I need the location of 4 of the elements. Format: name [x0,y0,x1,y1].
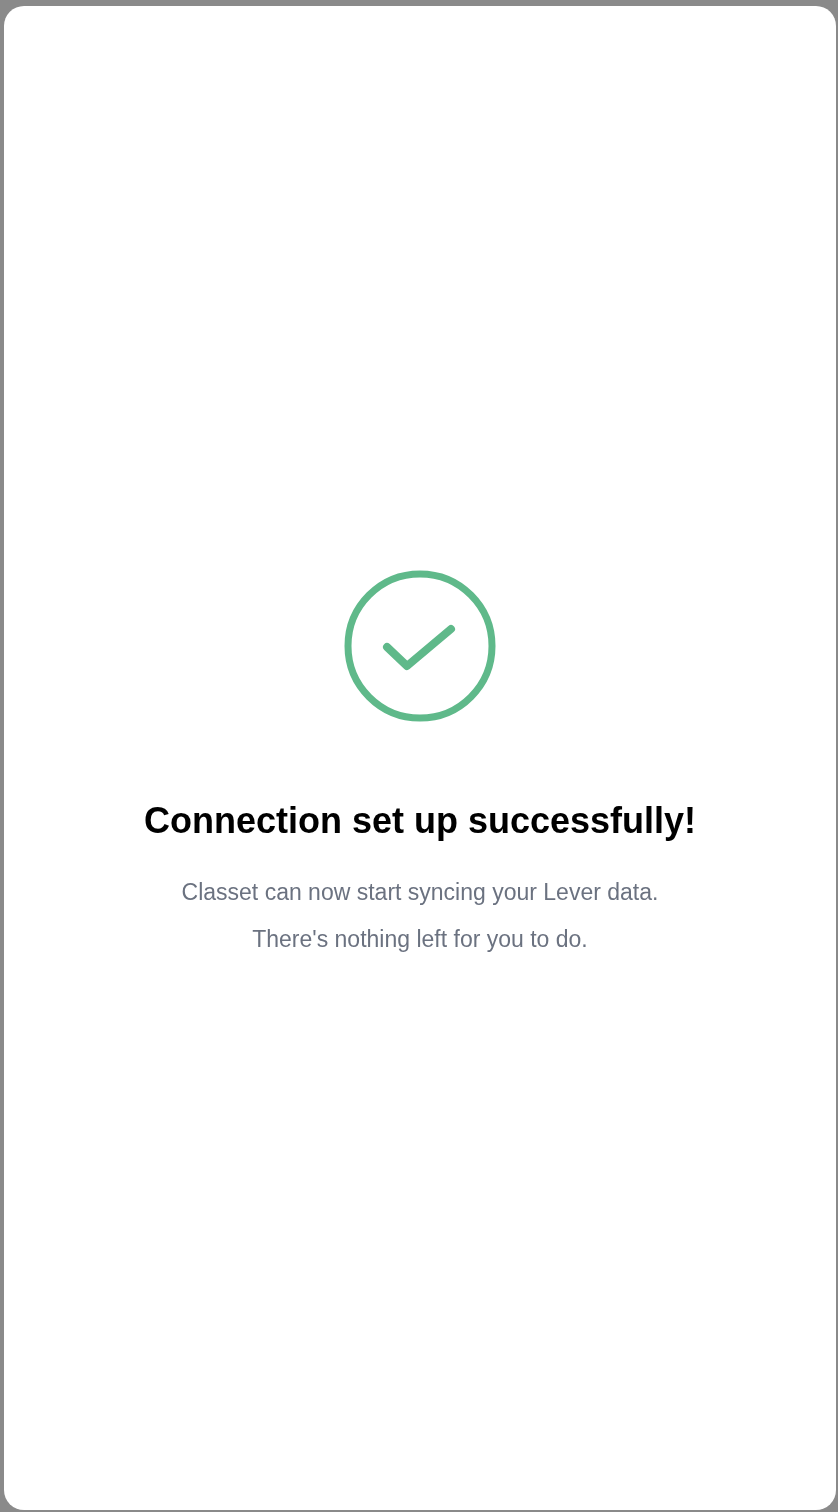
check-circle-icon [343,569,497,723]
success-message: There's nothing left for you to do. [252,925,588,954]
success-title: Connection set up successfully! [143,799,697,843]
success-message: Classet can now start syncing your Lever data. [181,878,659,907]
